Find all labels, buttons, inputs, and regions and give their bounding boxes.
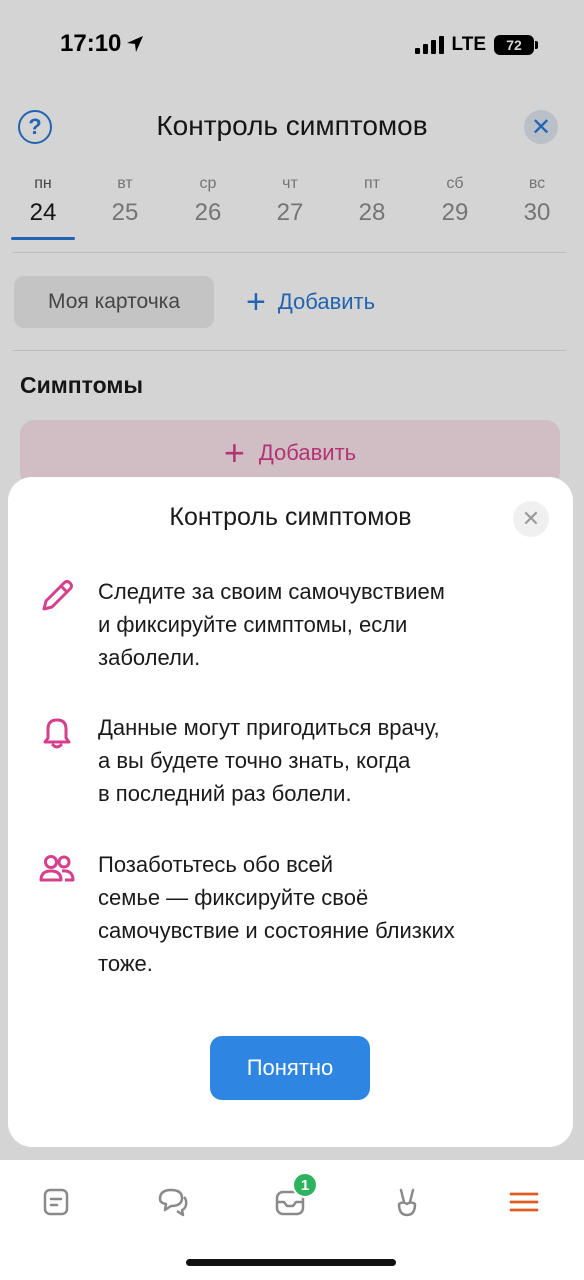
feature-text: Данные могут пригодиться врачу, а вы буд… bbox=[98, 715, 440, 806]
feature-item: Позаботьтесь обо всей семье — фиксируйте… bbox=[38, 848, 538, 980]
bell-icon bbox=[43, 718, 71, 749]
home-indicator bbox=[186, 1259, 396, 1266]
notification-badge: 1 bbox=[292, 1172, 318, 1198]
menu-icon bbox=[509, 1192, 539, 1212]
tab-services[interactable] bbox=[377, 1172, 437, 1232]
chat-icon bbox=[158, 1188, 188, 1217]
feature-item: Следите за своим самочувствием и фиксиру… bbox=[38, 575, 538, 674]
feature-text: Позаботьтесь обо всей семье — фиксируйте… bbox=[98, 852, 455, 976]
feature-item: Данные могут пригодиться врачу, а вы буд… bbox=[38, 711, 538, 810]
tab-inbox[interactable]: 1 bbox=[260, 1172, 320, 1232]
tab-records[interactable] bbox=[26, 1172, 86, 1232]
pencil-icon bbox=[42, 580, 73, 611]
understood-button[interactable]: Понятно bbox=[210, 1036, 370, 1100]
hand-icon bbox=[397, 1188, 417, 1217]
document-icon bbox=[43, 1188, 69, 1216]
close-icon[interactable]: ✕ bbox=[513, 501, 549, 537]
tab-menu[interactable] bbox=[494, 1172, 554, 1232]
onboarding-sheet: Контроль симптомов ✕ Следите за своим са… bbox=[8, 477, 573, 1147]
people-icon bbox=[39, 855, 75, 882]
tab-chats[interactable] bbox=[143, 1172, 203, 1232]
feature-text: Следите за своим самочувствием и фиксиру… bbox=[98, 579, 445, 670]
sheet-title: Контроль симптомов bbox=[169, 503, 412, 531]
